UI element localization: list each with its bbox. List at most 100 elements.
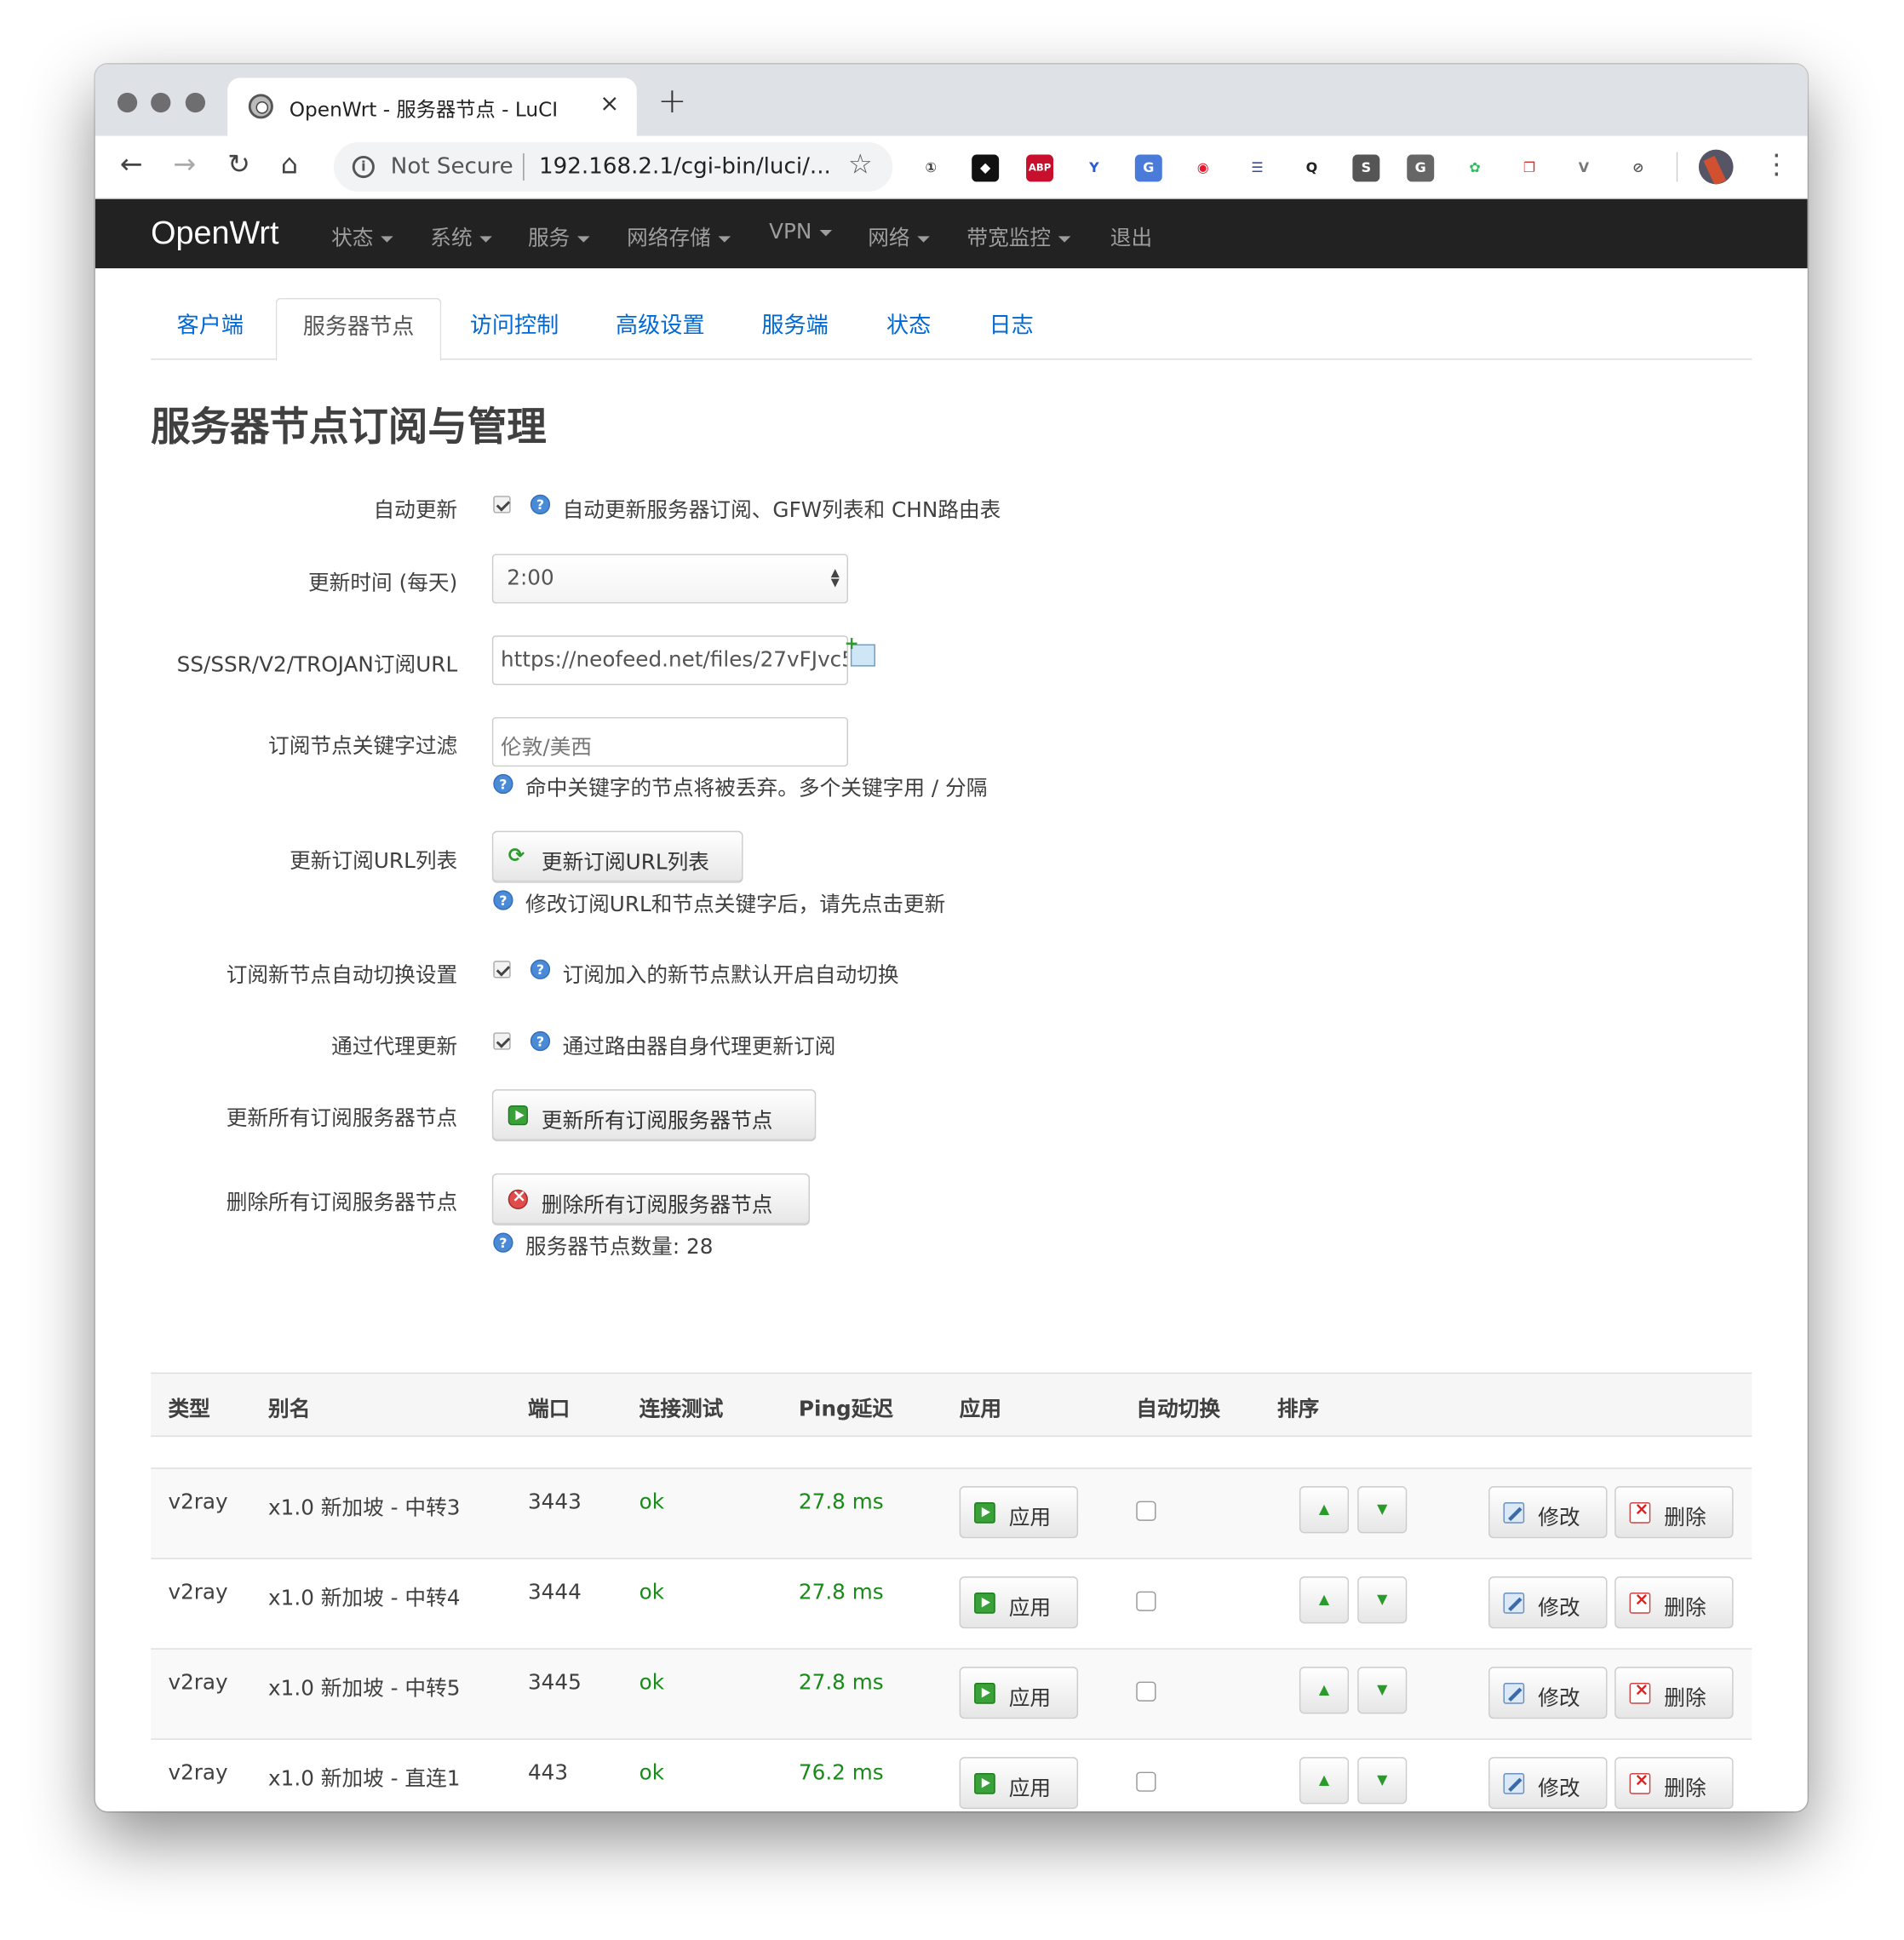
caret-down-icon (381, 235, 393, 242)
auto-switch-checkbox[interactable] (1136, 1591, 1156, 1611)
block-icon[interactable]: ⊘ (1624, 154, 1652, 182)
edit-button[interactable]: 修改 (1488, 1486, 1608, 1539)
tab-close-icon[interactable]: × (599, 90, 619, 118)
tab-server[interactable]: 服务端 (736, 298, 854, 360)
keyword-filter-input[interactable]: 伦敦/美西 (491, 717, 849, 767)
auto-switch-help: 订阅加入的新节点默认开启自动切换 (562, 963, 899, 989)
update-time-select[interactable]: 2:00 ▲ ▼ (491, 554, 849, 604)
caret-down-icon (479, 235, 492, 242)
forward-icon[interactable]: → (173, 148, 196, 183)
edit-icon (1503, 1683, 1525, 1704)
reader-icon[interactable]: ☰ (1243, 154, 1271, 182)
edit-icon (1503, 1593, 1525, 1614)
cell-port: 443 (527, 1760, 569, 1786)
info-icon[interactable]: i (352, 155, 375, 179)
tab-access-control[interactable]: 访问控制 (444, 298, 585, 360)
y-icon[interactable]: Y (1080, 154, 1108, 182)
auto-switch-checkbox[interactable] (1136, 1771, 1156, 1792)
back-icon[interactable]: ← (120, 148, 143, 183)
vue-icon[interactable]: V (1569, 154, 1597, 182)
brand-logo[interactable]: OpenWrt (151, 214, 278, 252)
menu-services[interactable]: 服务 (528, 220, 590, 251)
cell-conn-test: ok (639, 1760, 665, 1786)
proxy-update-help: 通过路由器自身代理更新订阅 (562, 1035, 836, 1060)
delete-all-button[interactable]: 删除所有订阅服务器节点 (491, 1173, 810, 1225)
browser-tab[interactable]: OpenWrt - 服务器节点 - LuCI × (227, 77, 637, 136)
play-icon (508, 1105, 528, 1126)
move-up-button[interactable]: ▲ (1299, 1486, 1350, 1534)
1password-icon[interactable]: ① (917, 154, 945, 182)
menu-logout[interactable]: 退出 (1110, 220, 1152, 251)
translate-icon[interactable]: G (1134, 154, 1162, 182)
delete-icon (508, 1187, 528, 1209)
section-tabs: 客户端 服务器节点 访问控制 高级设置 服务端 状态 日志 (151, 297, 1752, 361)
s-icon[interactable]: S (1352, 154, 1380, 182)
move-down-button[interactable]: ▼ (1357, 1576, 1408, 1624)
edit-button[interactable]: 修改 (1488, 1757, 1608, 1810)
tab-server-nodes[interactable]: 服务器节点 (275, 297, 442, 361)
cell-ping: 27.8 ms (798, 1670, 884, 1696)
auto-switch-label: 订阅新节点自动切换设置 (226, 963, 458, 989)
cell-port: 3444 (527, 1580, 582, 1605)
edit-button[interactable]: 修改 (1488, 1576, 1608, 1629)
tab-advanced[interactable]: 高级设置 (590, 298, 731, 360)
q-icon[interactable]: Q (1298, 154, 1326, 182)
new-tab-button[interactable]: + (657, 83, 686, 119)
minimize-window-button[interactable] (151, 92, 171, 113)
move-down-button[interactable]: ▼ (1357, 1486, 1408, 1534)
delete-button[interactable]: 删除 (1614, 1486, 1734, 1539)
tab-log[interactable]: 日志 (963, 298, 1059, 360)
move-down-button[interactable]: ▼ (1357, 1757, 1408, 1805)
subscribe-url-input[interactable]: https://neofeed.net/files/27vFJvc5 (491, 635, 849, 686)
menu-network[interactable]: 网络 (868, 220, 930, 251)
delete-button[interactable]: 删除 (1614, 1667, 1734, 1719)
edit-button[interactable]: 修改 (1488, 1667, 1608, 1719)
tab-client[interactable]: 客户端 (151, 298, 269, 360)
bookmark-star-icon[interactable]: ☆ (848, 150, 873, 181)
play-icon (974, 1502, 995, 1524)
address-bar[interactable]: i Not Secure 192.168.2.1/cgi-bin/luci/..… (334, 141, 893, 192)
update-all-button[interactable]: 更新所有订阅服务器节点 (491, 1089, 817, 1142)
arrow-down-icon: ▼ (1377, 1681, 1388, 1698)
weibo-icon[interactable]: ◉ (1189, 154, 1217, 182)
menu-status[interactable]: 状态 (331, 220, 393, 251)
caret-down-icon (917, 235, 930, 242)
profile-avatar[interactable] (1698, 149, 1734, 185)
auto-switch-checkbox[interactable] (493, 961, 511, 979)
proxy-update-checkbox[interactable] (493, 1032, 511, 1050)
close-window-button[interactable] (117, 92, 138, 113)
add-url-icon[interactable] (845, 634, 875, 667)
zoom-window-button[interactable] (185, 92, 206, 113)
update-url-list-button[interactable]: ⟳ 更新订阅URL列表 (491, 830, 743, 883)
tab-title: OpenWrt - 服务器节点 - LuCI (289, 97, 559, 122)
menu-system[interactable]: 系统 (430, 220, 492, 251)
url-text[interactable]: 192.168.2.1/cgi-bin/luci/... (539, 153, 831, 179)
menu-nas[interactable]: 网络存储 (627, 220, 731, 251)
apply-button[interactable]: 应用 (959, 1486, 1079, 1539)
proxy-update-label: 通过代理更新 (331, 1035, 458, 1060)
apply-button[interactable]: 应用 (959, 1667, 1079, 1719)
home-icon[interactable]: ⌂ (281, 148, 298, 183)
move-up-button[interactable]: ▲ (1299, 1757, 1350, 1805)
copy-icon[interactable]: ❐ (1516, 154, 1543, 182)
move-up-button[interactable]: ▲ (1299, 1667, 1350, 1714)
move-up-button[interactable]: ▲ (1299, 1576, 1350, 1624)
reload-icon[interactable]: ↻ (227, 148, 250, 183)
evernote-icon[interactable]: ✿ (1461, 154, 1489, 182)
dropbox-icon[interactable]: ◆ (972, 154, 1000, 182)
auto-switch-checkbox[interactable] (1136, 1681, 1156, 1702)
menu-bandwidth[interactable]: 带宽监控 (966, 220, 1071, 251)
apply-button[interactable]: 应用 (959, 1576, 1079, 1629)
delete-button[interactable]: 删除 (1614, 1576, 1734, 1629)
tab-status[interactable]: 状态 (861, 298, 957, 360)
auto-update-checkbox[interactable] (493, 496, 511, 514)
delete-button[interactable]: 删除 (1614, 1757, 1734, 1810)
menu-dots-icon[interactable]: ⋮ (1763, 148, 1790, 183)
apply-button[interactable]: 应用 (959, 1757, 1079, 1810)
g-icon[interactable]: G (1407, 154, 1435, 182)
move-down-button[interactable]: ▼ (1357, 1667, 1408, 1714)
menu-vpn[interactable]: VPN (769, 220, 832, 244)
adblock-icon[interactable]: ABP (1026, 154, 1054, 182)
button-label: 修改 (1538, 1506, 1580, 1531)
auto-switch-checkbox[interactable] (1136, 1501, 1156, 1521)
